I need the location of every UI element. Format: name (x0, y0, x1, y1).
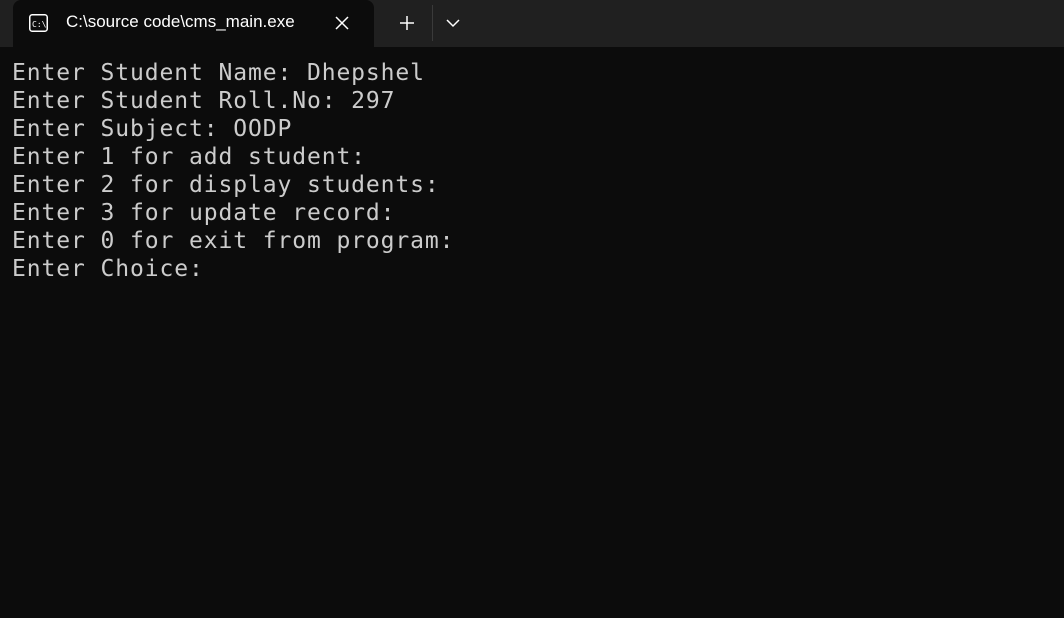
console-line: Enter 0 for exit from program: (12, 228, 455, 254)
console-line: Enter Student Name: Dhepshel (12, 60, 425, 86)
svg-text:C:\: C:\ (32, 20, 47, 29)
console-line: Enter Subject: OODP (12, 116, 293, 142)
console-lines: Enter Student Name: Dhepshel Enter Stude… (12, 59, 454, 283)
tab-title: C:\source code\cms_main.exe (66, 12, 295, 31)
terminal-window: C:\ C:\source code\cms_main.exe Enter St… (0, 0, 1064, 618)
close-icon[interactable] (327, 9, 357, 37)
chevron-down-icon[interactable] (437, 9, 469, 37)
titlebar-divider (432, 5, 433, 41)
console-line: Enter 3 for update record: (12, 200, 396, 226)
console-prompt-line: Enter Choice: (12, 256, 204, 282)
console-line: Enter 1 for add student: (12, 144, 366, 170)
console-line: Enter 2 for display students: (12, 172, 440, 198)
terminal-icon: C:\ (29, 14, 48, 32)
console-line: Enter Student Roll.No: 297 (12, 88, 396, 114)
terminal-output[interactable]: Enter Student Name: Dhepshel Enter Stude… (0, 47, 1064, 618)
tab-cms-main[interactable]: C:\ C:\source code\cms_main.exe (13, 0, 374, 47)
title-bar: C:\ C:\source code\cms_main.exe (0, 0, 1064, 47)
plus-icon[interactable] (390, 9, 424, 37)
